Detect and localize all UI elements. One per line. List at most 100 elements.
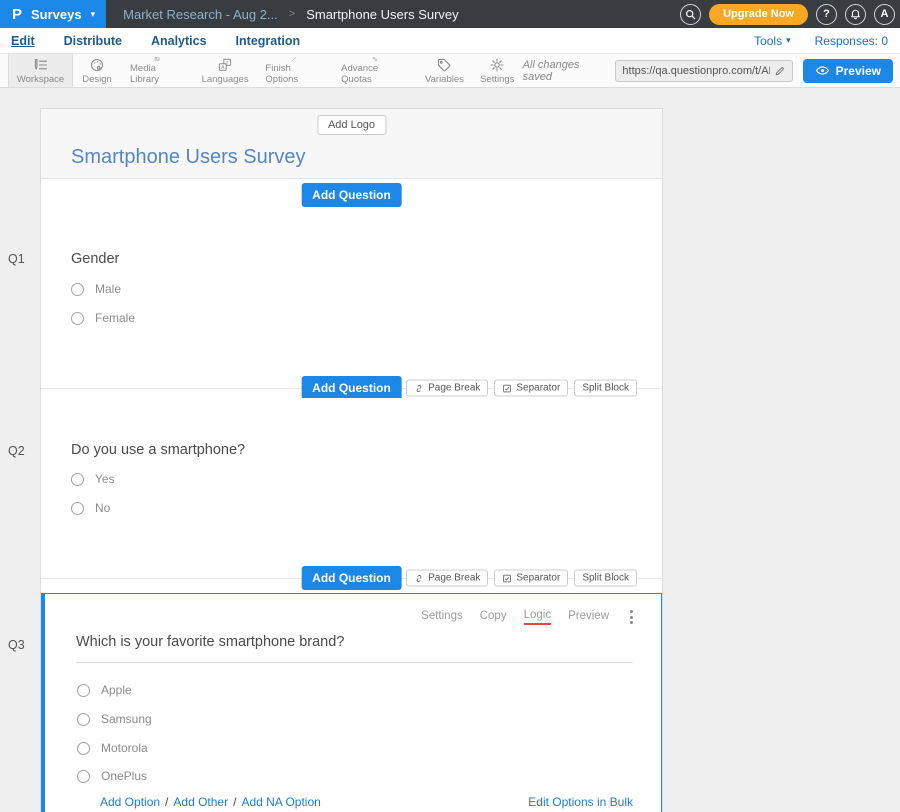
help-button[interactable]: ? (816, 4, 837, 25)
preview-button[interactable]: Preview (803, 59, 893, 83)
notifications-button[interactable] (845, 4, 866, 25)
toolbar-item-label: Variables (425, 74, 464, 85)
add-question-button[interactable]: Add Question (301, 183, 402, 207)
question-block-q2[interactable]: Do you use a smartphone? Yes No (41, 398, 662, 568)
option-actions: Add Option / Add Other / Add NA Option (100, 795, 321, 809)
upgrade-now-button[interactable]: Upgrade Now (709, 4, 808, 25)
question-menu-settings[interactable]: Settings (421, 610, 463, 624)
option-label[interactable]: Apple (101, 683, 132, 697)
toolbar-right: All changes saved Preview (523, 54, 900, 87)
nav-tabs-bar: Edit Distribute Analytics Integration To… (0, 28, 900, 54)
kebab-menu-icon[interactable] (626, 608, 637, 626)
option-label[interactable]: OnePlus (101, 769, 147, 783)
radio-button[interactable] (77, 713, 90, 726)
separator-label: Separator (516, 573, 560, 584)
toolbar-item-advance-quotas[interactable]: Advance Quotas (332, 54, 417, 87)
divider-utilities: Page Break Separator Split Block (406, 380, 637, 397)
preview-label: Preview (836, 64, 881, 78)
editor-toolbar: Workspace Design Media Library x A Langu… (0, 54, 900, 88)
option-label[interactable]: No (95, 501, 110, 515)
add-option-link[interactable]: Add Option (100, 795, 160, 809)
radio-button[interactable] (71, 283, 84, 296)
toolbar-item-finish-options[interactable]: Finish Options (256, 54, 332, 87)
question-menu-preview[interactable]: Preview (568, 610, 609, 624)
toolbar-item-settings[interactable]: Settings (472, 54, 523, 87)
answer-option: Female (71, 311, 135, 325)
radio-button[interactable] (71, 502, 84, 515)
question-menu: Settings Copy Logic Preview (421, 608, 637, 626)
question-text[interactable]: Gender (71, 251, 119, 267)
question-text[interactable]: Which is your favorite smartphone brand? (76, 634, 344, 650)
survey-url-box (615, 60, 792, 82)
wand-icon (286, 56, 302, 62)
page-break-icon (414, 383, 424, 393)
answer-option: Samsung (77, 712, 152, 726)
page-break-label: Page Break (428, 383, 480, 394)
tag-icon (436, 57, 452, 73)
option-label[interactable]: Yes (95, 472, 115, 486)
question-menu-logic[interactable]: Logic (524, 609, 552, 625)
pencil-icon[interactable] (774, 65, 786, 77)
tools-menu[interactable]: Tools (754, 34, 791, 48)
option-label[interactable]: Samsung (101, 712, 152, 726)
palette-icon (89, 57, 105, 73)
page-break-button[interactable]: Page Break (406, 380, 488, 397)
question-number-q3: Q3 (8, 638, 25, 652)
question-text[interactable]: Do you use a smartphone? (71, 442, 245, 458)
radio-button[interactable] (77, 770, 90, 783)
questionpro-logo-icon: P (12, 7, 22, 22)
radio-button[interactable] (71, 312, 84, 325)
toolbar-item-media-library[interactable]: Media Library (121, 54, 194, 87)
toolbar-item-label: Finish Options (265, 63, 323, 85)
option-label[interactable]: Female (95, 311, 135, 325)
answer-option: Apple (77, 683, 132, 697)
toolbar-item-label: Workspace (17, 74, 64, 85)
survey-card: Add Logo Smartphone Users Survey Add Que… (40, 108, 663, 812)
breadcrumb-parent[interactable]: Market Research - Aug 2... (123, 7, 278, 22)
answer-option: OnePlus (77, 769, 147, 783)
separator-button[interactable]: Separator (494, 570, 568, 587)
split-block-button[interactable]: Split Block (574, 380, 637, 397)
survey-editor-canvas: Q1 Q2 Q3 Add Logo Smartphone Users Surve… (0, 88, 900, 812)
add-logo-button[interactable]: Add Logo (317, 115, 386, 135)
search-button[interactable] (680, 4, 701, 25)
toolbar-item-languages[interactable]: x A Languages (194, 54, 257, 87)
radio-button[interactable] (71, 473, 84, 486)
tab-integration[interactable]: Integration (235, 32, 302, 50)
radio-button[interactable] (77, 684, 90, 697)
translate-icon: x A (217, 57, 233, 73)
surveys-menu[interactable]: P Surveys (0, 0, 106, 28)
toolbar-item-workspace[interactable]: Workspace (8, 54, 73, 87)
separator-button[interactable]: Separator (494, 380, 568, 397)
chevron-down-icon (786, 35, 791, 46)
edit-options-in-bulk-link[interactable]: Edit Options in Bulk (528, 795, 633, 809)
toolbar-item-design[interactable]: Design (73, 54, 121, 87)
avatar[interactable]: A (874, 4, 895, 25)
survey-title[interactable]: Smartphone Users Survey (71, 146, 306, 169)
question-block-q3-selected[interactable]: Settings Copy Logic Preview Which is you… (41, 593, 662, 812)
add-na-option-link[interactable]: Add NA Option (241, 795, 320, 809)
tab-edit[interactable]: Edit (10, 32, 36, 50)
responses-count[interactable]: Responses: 0 (815, 34, 888, 48)
option-label[interactable]: Motorola (101, 741, 148, 755)
split-block-button[interactable]: Split Block (574, 570, 637, 587)
tab-analytics[interactable]: Analytics (150, 32, 208, 50)
tab-distribute[interactable]: Distribute (63, 32, 123, 50)
question-menu-copy[interactable]: Copy (480, 610, 507, 624)
bell-icon (849, 8, 862, 21)
add-other-link[interactable]: Add Other (173, 795, 228, 809)
page-break-label: Page Break (428, 573, 480, 584)
survey-url-input[interactable] (622, 65, 769, 77)
split-block-label: Split Block (582, 383, 629, 394)
add-question-button[interactable]: Add Question (301, 376, 402, 400)
option-label[interactable]: Male (95, 282, 121, 296)
add-question-button[interactable]: Add Question (301, 566, 402, 590)
nav-right: Tools Responses: 0 (754, 34, 890, 48)
toolbar-item-label: Design (82, 74, 112, 85)
question-block-q1[interactable]: Add Question Gender Male Female (41, 179, 662, 378)
radio-button[interactable] (77, 742, 90, 755)
page-break-button[interactable]: Page Break (406, 570, 488, 587)
toolbar-item-label: Advance Quotas (341, 63, 408, 85)
divider-utilities: Page Break Separator Split Block (406, 570, 637, 587)
toolbar-item-variables[interactable]: Variables (417, 54, 472, 87)
